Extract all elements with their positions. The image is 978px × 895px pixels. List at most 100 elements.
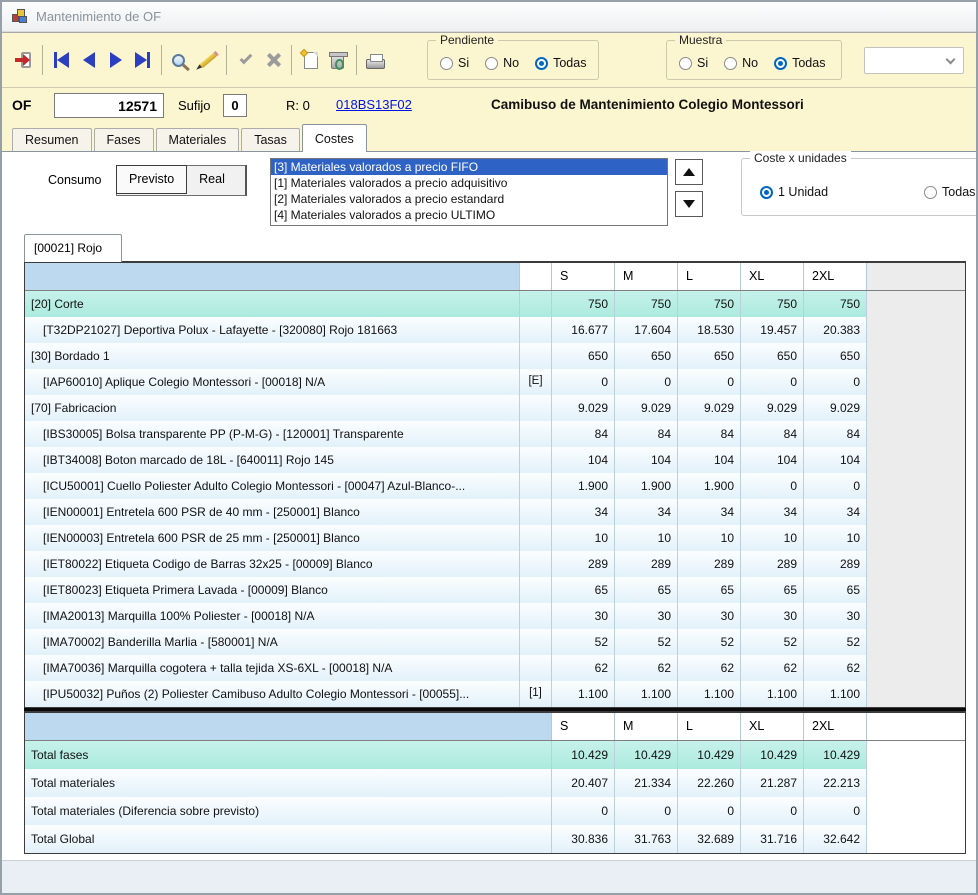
pendiente-radio-si[interactable]: Si xyxy=(440,56,469,70)
value-cell: 650 xyxy=(741,343,804,369)
row-description: [IMA20013] Marquilla 100% Poliester - [0… xyxy=(25,603,520,629)
table-row[interactable]: [IEN00003] Entretela 600 PSR de 25 mm - … xyxy=(25,525,965,551)
valuation-listbox: [3] Materiales valorados a precio FIFO [… xyxy=(270,158,668,226)
filter-combobox[interactable] xyxy=(864,47,964,74)
radio-icon xyxy=(774,57,787,70)
value-cell: 0 xyxy=(678,369,741,395)
sufijo-label: Sufijo xyxy=(178,98,211,113)
grid-header-row: S M L XL 2XL xyxy=(25,263,965,291)
last-record-icon xyxy=(135,52,150,68)
pencil-icon xyxy=(199,52,216,67)
table-row[interactable]: [IBS30005] Bolsa transparente PP (P-M-G)… xyxy=(25,421,965,447)
table-row[interactable]: [30] Bordado 1650650650650650 xyxy=(25,343,965,369)
header-marker-cell xyxy=(520,263,552,290)
value-cell: 84 xyxy=(741,421,804,447)
value-cell: 31.763 xyxy=(615,825,678,853)
column-header: M xyxy=(615,263,678,290)
value-cell: 289 xyxy=(741,551,804,577)
table-row[interactable]: [IET80023] Etiqueta Primera Lavada - [00… xyxy=(25,577,965,603)
valuation-option[interactable]: [4] Materiales valorados a precio ULTIMO xyxy=(271,207,667,223)
previsto-button[interactable]: Previsto xyxy=(116,165,187,194)
print-button[interactable] xyxy=(362,46,389,74)
pendiente-radio-no[interactable]: No xyxy=(485,56,519,70)
window-footer xyxy=(2,860,976,895)
new-record-button[interactable] xyxy=(297,46,324,74)
tab-resumen[interactable]: Resumen xyxy=(12,128,92,151)
tab-tasas[interactable]: Tasas xyxy=(241,128,300,151)
row-description: [70] Fabricacion xyxy=(25,395,520,421)
value-cell: 22.260 xyxy=(678,769,741,797)
confirm-button[interactable] xyxy=(232,46,259,74)
muestra-radio-todas[interactable]: Todas xyxy=(774,56,825,70)
row-description: [IET80023] Etiqueta Primera Lavada - [00… xyxy=(25,577,520,603)
of-number-input[interactable]: 12571 xyxy=(54,93,164,118)
value-cell: 10 xyxy=(678,525,741,551)
color-tab-rojo[interactable]: [00021] Rojo xyxy=(24,234,122,262)
pendiente-radio-todas[interactable]: Todas xyxy=(535,56,586,70)
delete-record-button[interactable] xyxy=(324,46,351,74)
search-button[interactable] xyxy=(167,46,194,74)
table-row[interactable]: [20] Corte750750750750750 xyxy=(25,291,965,317)
radio-label: Todas xyxy=(792,56,825,70)
totals-row[interactable]: Total Global30.83631.76332.68931.71632.6… xyxy=(25,825,965,853)
table-row[interactable]: [IAP60010] Aplique Colegio Montessori - … xyxy=(25,369,965,395)
toolbar: Pendiente Si No Todas Muestra Si No Toda… xyxy=(2,32,976,88)
value-cell: 10.429 xyxy=(741,741,804,769)
totals-row[interactable]: Total fases10.42910.42910.42910.42910.42… xyxy=(25,741,965,769)
value-cell: 34 xyxy=(615,499,678,525)
table-row[interactable]: [ICU50001] Cuello Poliester Adulto Coleg… xyxy=(25,473,965,499)
table-row[interactable]: [IET80022] Etiqueta Codigo de Barras 32x… xyxy=(25,551,965,577)
move-down-button[interactable] xyxy=(675,191,703,217)
row-filler xyxy=(867,577,965,603)
tab-fases[interactable]: Fases xyxy=(94,128,154,151)
table-row[interactable]: [IEN00001] Entretela 600 PSR de 40 mm - … xyxy=(25,499,965,525)
value-cell: 1.100 xyxy=(552,681,615,707)
next-record-button[interactable] xyxy=(102,46,129,74)
tab-materiales[interactable]: Materiales xyxy=(156,128,240,151)
value-cell: 17.604 xyxy=(615,317,678,343)
printer-icon xyxy=(366,59,385,69)
exit-button[interactable] xyxy=(10,46,37,74)
value-cell: 1.100 xyxy=(741,681,804,707)
row-filler xyxy=(867,741,965,769)
cancel-button[interactable] xyxy=(259,46,286,74)
row-marker xyxy=(520,317,552,343)
value-cell: 20.407 xyxy=(552,769,615,797)
valuation-option[interactable]: [3] Materiales valorados a precio FIFO xyxy=(271,159,667,175)
value-cell: 650 xyxy=(804,343,867,369)
previous-record-button[interactable] xyxy=(75,46,102,74)
sufijo-input[interactable]: 0 xyxy=(223,94,247,117)
table-row[interactable]: [IPU50032] Puños (2) Poliester Camibuso … xyxy=(25,681,965,707)
coste-radio-todas[interactable]: Todas xyxy=(924,185,975,199)
move-up-button[interactable] xyxy=(675,159,703,185)
pendiente-group: Pendiente Si No Todas xyxy=(427,40,599,80)
table-row[interactable]: [IBT34008] Boton marcado de 18L - [64001… xyxy=(25,447,965,473)
title-bar[interactable]: Mantenimiento de OF xyxy=(2,2,976,32)
totals-row[interactable]: Total materiales (Diferencia sobre previ… xyxy=(25,797,965,825)
muestra-radio-si[interactable]: Si xyxy=(679,56,708,70)
value-cell: 0 xyxy=(804,369,867,395)
of-label: OF xyxy=(12,97,31,113)
edit-button[interactable] xyxy=(194,46,221,74)
table-row[interactable]: [IMA70036] Marquilla cogotera + talla te… xyxy=(25,655,965,681)
value-cell: 65 xyxy=(804,577,867,603)
table-row[interactable]: [70] Fabricacion9.0299.0299.0299.0299.02… xyxy=(25,395,965,421)
coste-radio-1-unidad[interactable]: 1 Unidad xyxy=(760,185,828,199)
app-icon xyxy=(12,9,28,24)
table-row[interactable]: [IMA20013] Marquilla 100% Poliester - [0… xyxy=(25,603,965,629)
last-record-button[interactable] xyxy=(129,46,156,74)
value-cell: 52 xyxy=(615,629,678,655)
row-marker xyxy=(520,577,552,603)
valuation-option[interactable]: [1] Materiales valorados a precio adquis… xyxy=(271,175,667,191)
row-filler xyxy=(867,655,965,681)
muestra-radio-no[interactable]: No xyxy=(724,56,758,70)
tab-costes[interactable]: Costes xyxy=(302,124,367,152)
valuation-option[interactable]: [2] Materiales valorados a precio estand… xyxy=(271,191,667,207)
table-row[interactable]: [T32DP21027] Deportiva Polux - Lafayette… xyxy=(25,317,965,343)
totals-row[interactable]: Total materiales20.40721.33422.26021.287… xyxy=(25,769,965,797)
reference-link[interactable]: 018BS13F02 xyxy=(336,97,412,112)
first-record-button[interactable] xyxy=(48,46,75,74)
table-row[interactable]: [IMA70002] Banderilla Marlia - [580001] … xyxy=(25,629,965,655)
totals-body: Total fases10.42910.42910.42910.42910.42… xyxy=(25,741,965,853)
real-button[interactable]: Real xyxy=(187,166,237,195)
